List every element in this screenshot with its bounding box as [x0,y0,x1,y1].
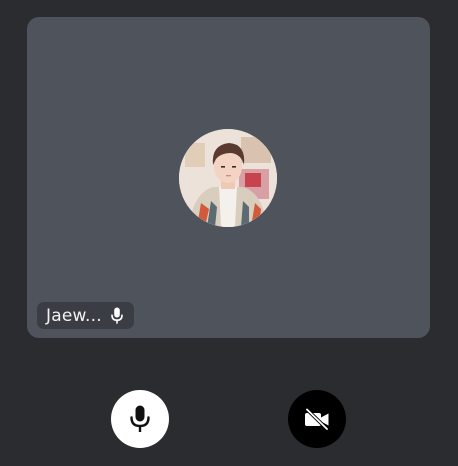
video-off-icon [304,408,330,430]
avatar-photo [179,129,277,227]
camera-toggle-button[interactable] [288,390,346,448]
participant-name-tag: Jaew... [37,302,134,329]
participant-name: Jaew... [46,305,102,326]
microphone-icon [130,405,150,433]
microphone-icon [110,307,124,325]
video-call-screen: Jaew... [0,0,458,466]
microphone-toggle-button[interactable] [111,390,169,448]
participant-video-tile[interactable]: Jaew... [27,17,430,338]
participant-avatar [179,129,277,227]
